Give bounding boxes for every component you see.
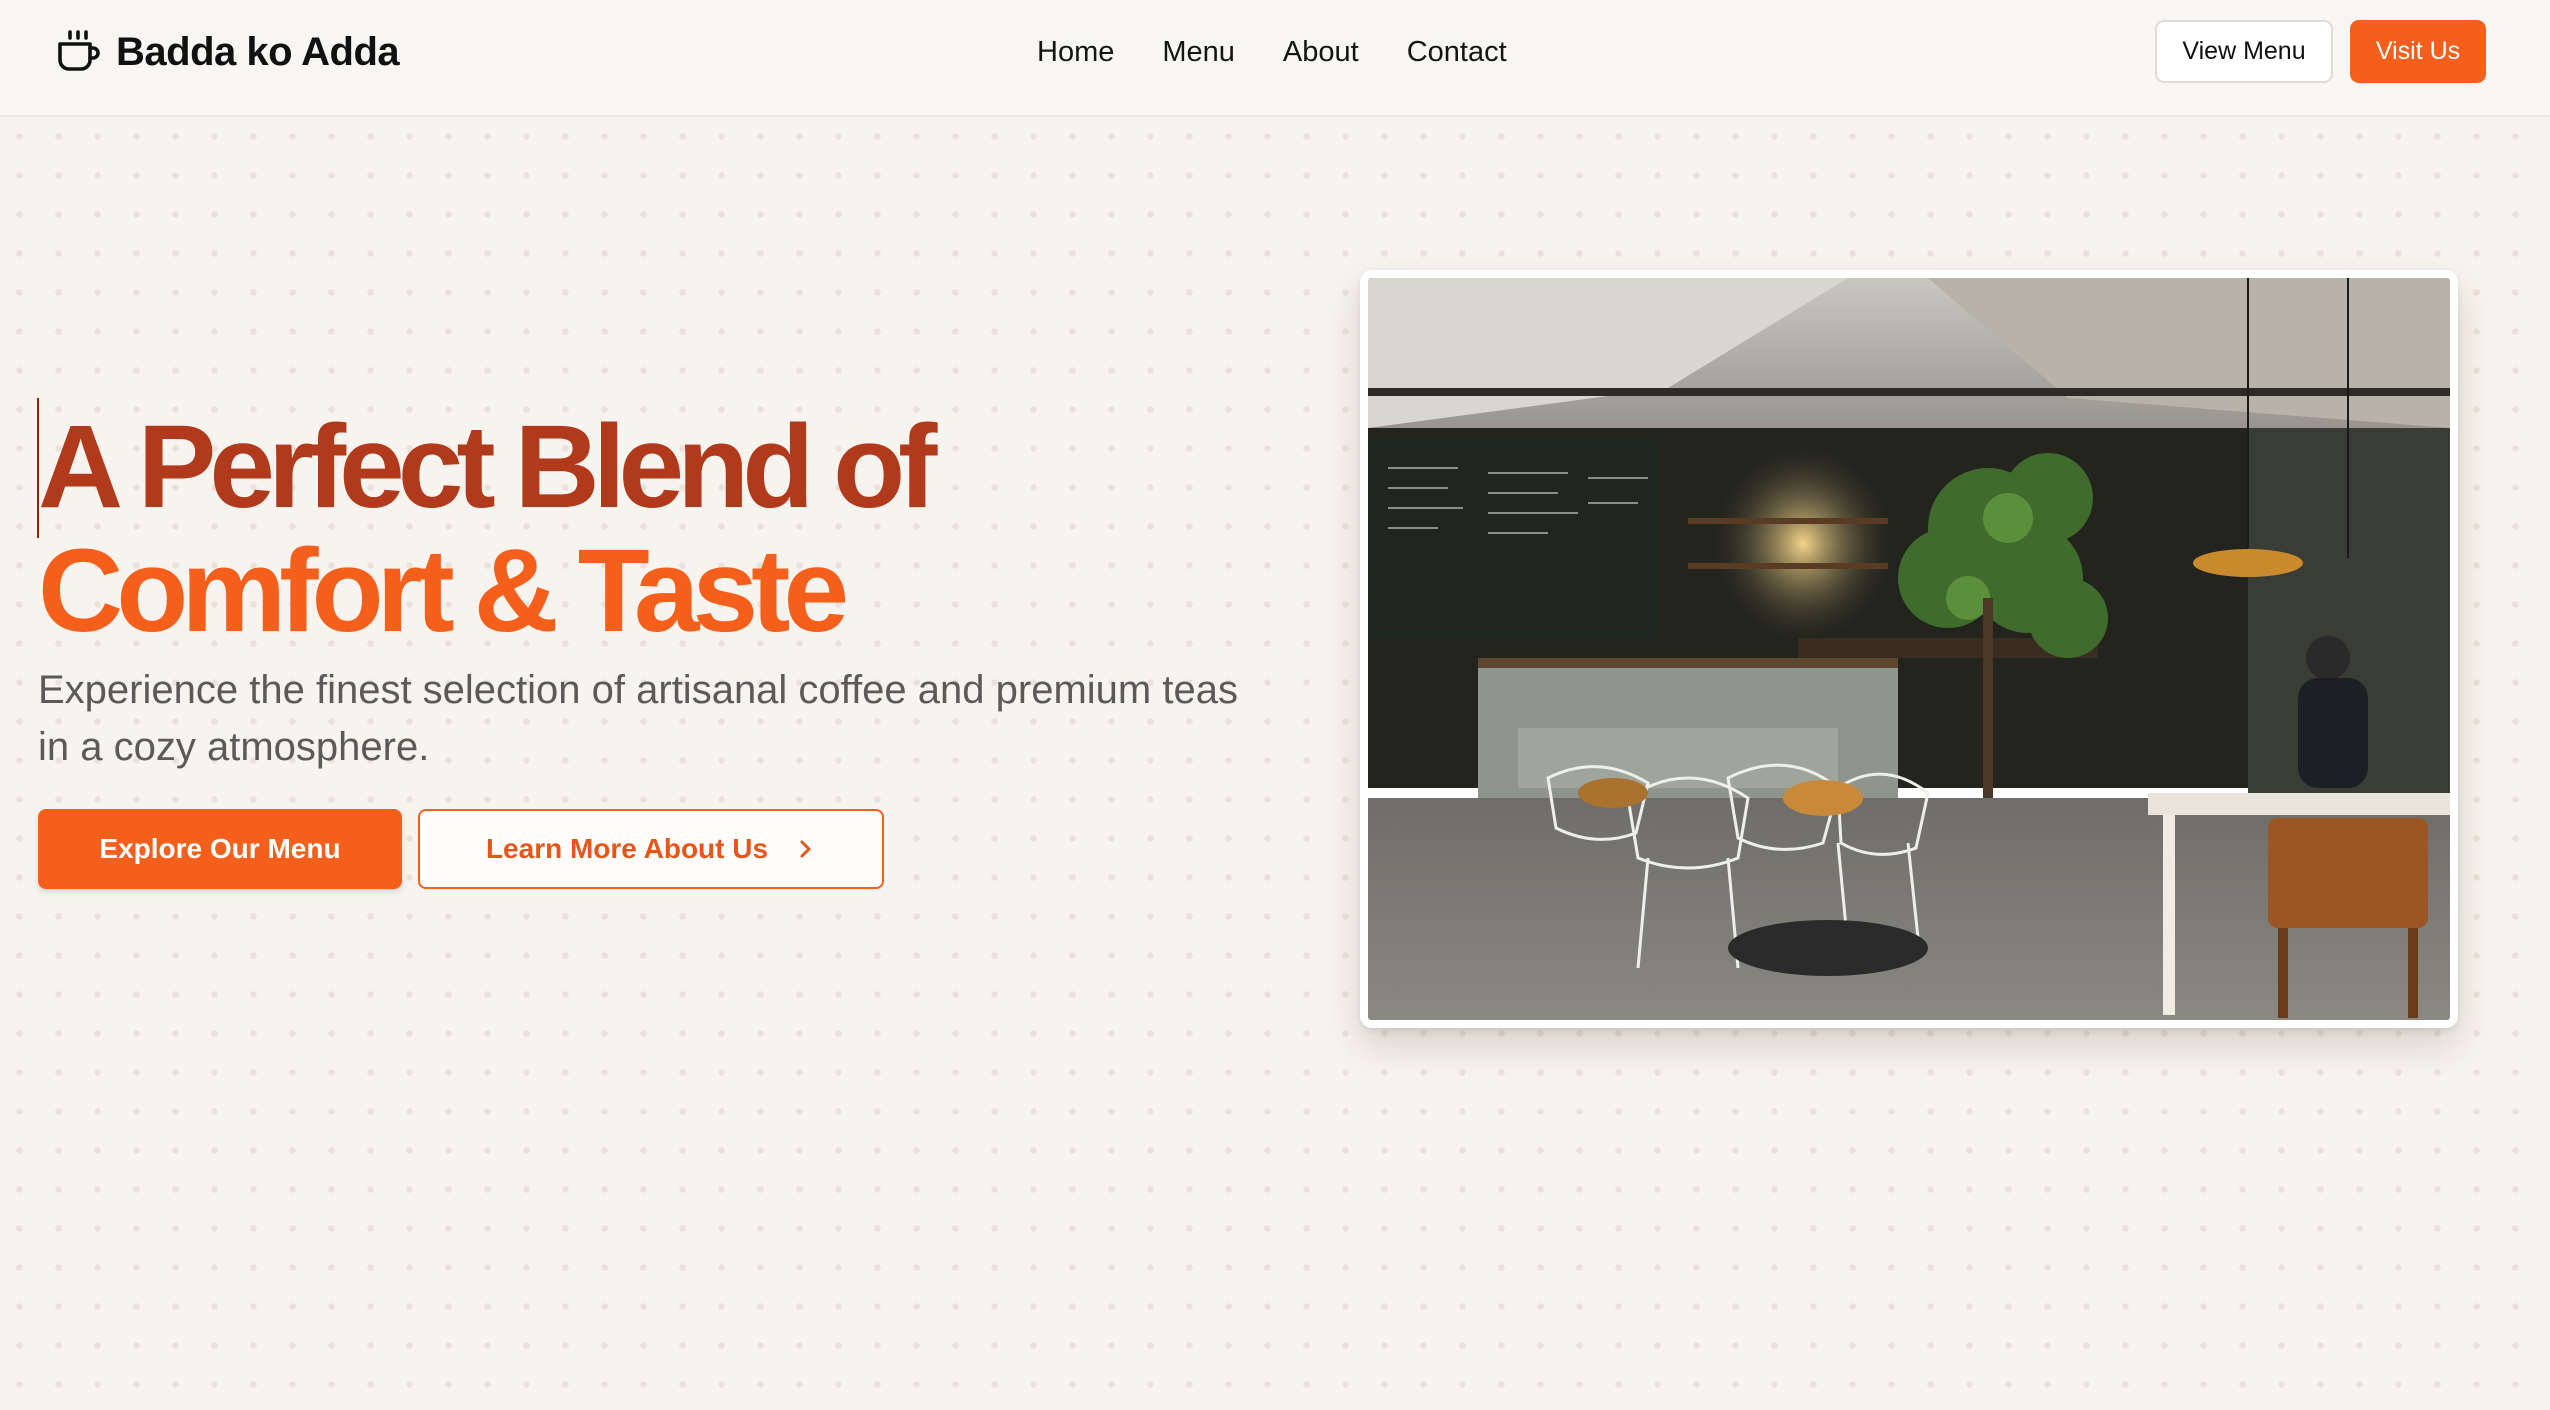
- site-header: Badda ko Adda Home Menu About Contact Vi…: [0, 0, 2550, 117]
- hero-subtitle: Experience the finest selection of artis…: [38, 668, 1238, 769]
- view-menu-button[interactable]: View Menu: [2155, 20, 2333, 83]
- brand[interactable]: Badda ko Adda: [54, 26, 400, 78]
- nav-home-link[interactable]: Home: [1037, 36, 1114, 69]
- nav-menu-link[interactable]: Menu: [1162, 36, 1235, 69]
- nav-about-link[interactable]: About: [1283, 36, 1359, 69]
- learn-more-button[interactable]: Learn More About Us: [418, 809, 884, 889]
- hero-title-line2: Comfort & Taste: [38, 525, 849, 657]
- main-nav: Home Menu About Contact: [1037, 30, 1507, 74]
- hero-title: A Perfect Blend of Comfort & Taste: [38, 405, 1238, 653]
- hero-title-line1: A Perfect Blend of: [38, 401, 937, 533]
- visit-us-button[interactable]: Visit Us: [2350, 20, 2486, 83]
- learn-more-label: Learn More About Us: [485, 833, 769, 864]
- nav-contact-link[interactable]: Contact: [1407, 36, 1507, 69]
- chevron-right-icon: [800, 840, 811, 858]
- brand-name: Badda ko Adda: [116, 29, 400, 74]
- coffee-cup-icon: [58, 30, 100, 71]
- cafe-interior-photo: [1368, 278, 2450, 1020]
- explore-menu-button[interactable]: Explore Our Menu: [38, 809, 402, 889]
- hero-image-frame: [1360, 270, 2458, 1028]
- explore-menu-label: Explore Our Menu: [99, 833, 341, 864]
